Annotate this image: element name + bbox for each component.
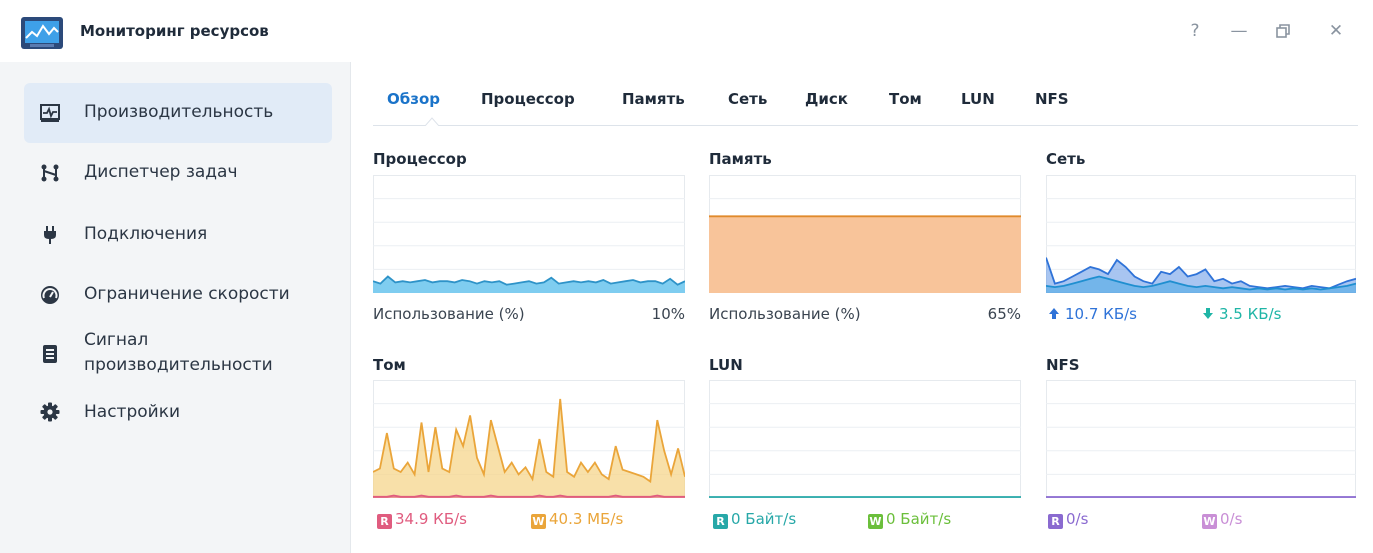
write-badge-icon: W [1202, 514, 1217, 529]
volume-read-value: 34.9 КБ/s [395, 510, 467, 528]
network-upload: 10.7 КБ/s [1048, 305, 1137, 323]
restore-button[interactable] [1270, 20, 1296, 42]
lun-read: R0 Байт/s [713, 510, 796, 529]
lun-io-chart [709, 380, 1021, 498]
cpu-usage-label: Использование (%) [373, 305, 525, 323]
read-badge-icon: R [713, 514, 728, 529]
download-arrow-icon [1203, 308, 1213, 319]
sidebar-item-task-manager[interactable]: Диспетчер задач [24, 143, 332, 203]
sidebar-item-performance[interactable]: Производительность [24, 83, 332, 143]
chart-frame [1046, 380, 1356, 498]
close-button[interactable]: ✕ [1323, 20, 1349, 42]
title-bar: Мониторинг ресурсов ? — ✕ [0, 0, 1373, 62]
sidebar-item-performance-alert[interactable]: Сигнал производительности [24, 324, 332, 384]
volume-panel-title: Том [373, 356, 406, 374]
read-badge-icon: R [1048, 514, 1063, 529]
document-icon [43, 345, 57, 363]
chart-frame [373, 175, 685, 293]
volume-write-value: 40.3 МБ/s [549, 510, 624, 528]
tab-memory[interactable]: Память [622, 90, 685, 108]
sidebar-item-connections[interactable]: Подключения [24, 205, 332, 265]
nfs-write: W 0/s [1202, 510, 1242, 529]
task-manager-icon [41, 164, 59, 182]
lun-panel-title: LUN [709, 356, 743, 374]
active-tab-indicator [425, 117, 439, 126]
performance-icon [40, 104, 60, 122]
tab-bar: Обзор Процессор Память Сеть Диск Том LUN… [373, 62, 1358, 126]
memory-usage-value: 65% [987, 305, 1021, 323]
gear-icon [40, 402, 60, 422]
speed-gauge-icon [41, 286, 59, 304]
sidebar-item-settings[interactable]: Настройки [24, 383, 332, 443]
tab-overview[interactable]: Обзор [387, 90, 440, 108]
minimize-button[interactable]: — [1226, 20, 1252, 42]
network-chart [1046, 175, 1356, 293]
volume-write: W 40.3 МБ/s [531, 510, 623, 529]
tab-lun[interactable]: LUN [961, 90, 995, 108]
memory-panel-title: Память [709, 150, 772, 168]
write-badge-icon: W [531, 514, 546, 529]
plug-icon [44, 226, 56, 244]
tab-disk[interactable]: Диск [805, 90, 848, 108]
tab-nfs[interactable]: NFS [1035, 90, 1069, 108]
sidebar-item-speed-limit[interactable]: Ограничение скорости [24, 265, 332, 325]
sidebar-item-label: Производительность [84, 102, 274, 122]
lun-write-value: 0 Байт/s [886, 510, 952, 528]
cpu-usage-chart [373, 175, 685, 293]
write-badge-icon: W [868, 514, 883, 529]
nfs-read-value: 0/s [1066, 510, 1089, 528]
sidebar-item-label: Подключения [84, 224, 208, 244]
read-badge-icon: R [377, 514, 392, 529]
tab-volume[interactable]: Том [889, 90, 922, 108]
memory-usage-area [709, 216, 1021, 293]
nfs-read: R 0/s [1048, 510, 1088, 529]
app-title: Мониторинг ресурсов [80, 22, 269, 40]
volume-io-chart [373, 380, 685, 498]
lun-read-value: 0 Байт/s [731, 510, 797, 528]
main-content: Обзор Процессор Память Сеть Диск Том LUN… [351, 62, 1373, 553]
nfs-panel-title: NFS [1046, 356, 1080, 374]
cpu-panel-title: Процессор [373, 150, 467, 168]
sidebar-item-label-line2: производительности [84, 355, 273, 375]
sidebar-item-label: Диспетчер задач [84, 162, 238, 182]
nfs-io-chart [1046, 380, 1356, 498]
network-upload-value: 10.7 КБ/s [1065, 305, 1137, 323]
volume-read: R 34.9 КБ/s [377, 510, 467, 529]
lun-write: W0 Байт/s [868, 510, 951, 529]
network-download-value: 3.5 КБ/s [1219, 305, 1282, 323]
sidebar: Производительность Диспетчер задач Подкл… [0, 62, 351, 553]
cpu-usage-value: 10% [651, 305, 685, 323]
memory-usage-chart [709, 175, 1021, 293]
nfs-write-value: 0/s [1220, 510, 1243, 528]
sidebar-item-label-line1: Сигнал [84, 330, 149, 350]
help-button[interactable]: ? [1182, 20, 1208, 42]
memory-usage-label: Использование (%) [709, 305, 861, 323]
sidebar-item-label: Ограничение скорости [84, 284, 290, 304]
resource-monitor-app-icon [21, 17, 63, 49]
upload-arrow-icon [1049, 308, 1059, 319]
restore-icon [1276, 24, 1290, 38]
tab-cpu[interactable]: Процессор [481, 90, 575, 108]
sidebar-item-label: Настройки [84, 402, 181, 422]
tab-network[interactable]: Сеть [728, 90, 767, 108]
network-panel-title: Сеть [1046, 150, 1086, 168]
network-download: 3.5 КБ/s [1202, 305, 1281, 323]
chart-frame [709, 380, 1021, 498]
